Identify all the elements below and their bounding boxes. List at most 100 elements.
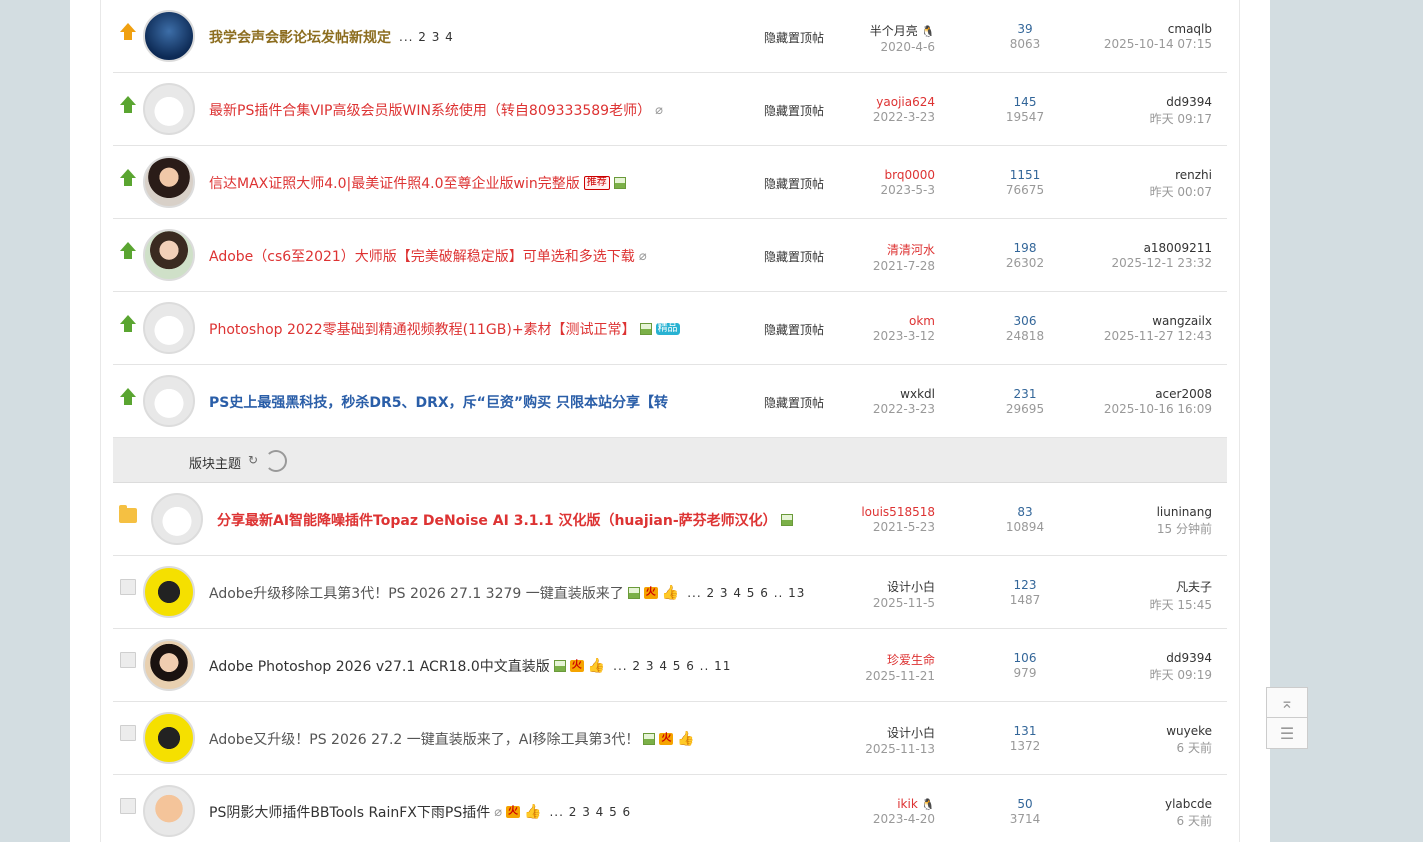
last-post-time[interactable]: 昨天 09:17 bbox=[1052, 110, 1212, 127]
image-attachment-icon bbox=[553, 660, 566, 672]
thread-status[interactable] bbox=[119, 96, 137, 114]
last-poster[interactable]: dd9394 bbox=[1052, 95, 1212, 109]
thread-title-link[interactable]: PS阴影大师插件BBTools RainFX下雨PS插件 bbox=[209, 802, 490, 822]
author-name-text: wxkdl bbox=[900, 387, 935, 401]
author-name[interactable]: 珍爱生命 bbox=[815, 651, 935, 668]
thread-status[interactable] bbox=[119, 798, 137, 816]
last-post-time[interactable]: 昨天 00:07 bbox=[1052, 183, 1212, 200]
last-post-time[interactable]: 15 分钟前 bbox=[1052, 520, 1212, 537]
author-name[interactable]: brq0000 bbox=[815, 168, 936, 182]
avatar[interactable] bbox=[143, 83, 195, 135]
thread-title-link[interactable]: Photoshop 2022零基础到精通视频教程(11GB)+素材【测试正常】 bbox=[209, 319, 636, 339]
author-name-text: 设计小白 bbox=[886, 726, 935, 740]
thread-title-link[interactable]: 分享最新AI智能降噪插件Topaz DeNoise AI 3.1.1 汉化版（h… bbox=[217, 510, 777, 530]
author-cell: 设计小白 2025-11-13 bbox=[815, 724, 935, 756]
last-poster[interactable]: renzhi bbox=[1052, 168, 1212, 182]
author-name[interactable]: 清清河水 bbox=[815, 241, 935, 258]
author-cell: 半个月亮 🐧 2020-4-6 bbox=[815, 22, 935, 54]
thread-title-area: PS史上最强黑科技，秒杀DR5、DRX，斥“巨资”购买 只限本站分享【转 bbox=[209, 392, 668, 412]
avatar[interactable] bbox=[143, 785, 195, 837]
thread-title-link[interactable]: Adobe升级移除工具第3代！PS 2026 27.1 3279 一键直装版来了 bbox=[209, 583, 624, 603]
attachment-icon: ⌀ bbox=[638, 248, 647, 264]
last-poster[interactable]: 凡夫子 bbox=[1052, 578, 1212, 595]
thread-title-link[interactable]: 我学会声会影论坛发帖新规定 bbox=[209, 27, 391, 47]
last-post-time[interactable]: 2025-11-27 12:43 bbox=[1052, 329, 1212, 343]
last-post-time[interactable]: 昨天 15:45 bbox=[1052, 596, 1212, 613]
avatar[interactable] bbox=[143, 229, 195, 281]
last-poster[interactable]: acer2008 bbox=[1052, 387, 1212, 401]
avatar[interactable] bbox=[151, 493, 203, 545]
thread-title-link[interactable]: Adobe（cs6至2021）大师版【完美破解稳定版】可单选和多选下载 bbox=[209, 246, 635, 266]
thread-status[interactable] bbox=[119, 315, 137, 333]
last-post-cell: 凡夫子 昨天 15:45 bbox=[1052, 578, 1212, 613]
last-post-cell: a18009211 2025-12-1 23:32 bbox=[1052, 241, 1213, 270]
last-poster[interactable]: wuyeke bbox=[1052, 724, 1212, 738]
thread-title-area: Adobe升级移除工具第3代！PS 2026 27.1 3279 一键直装版来了… bbox=[209, 583, 805, 603]
last-post-time[interactable]: 6 天前 bbox=[1052, 812, 1212, 829]
post-date: 2025-11-21 bbox=[865, 669, 935, 683]
author-name[interactable]: wxkdl bbox=[815, 387, 935, 401]
post-date: 2020-4-6 bbox=[880, 40, 935, 54]
avatar[interactable] bbox=[143, 156, 195, 208]
last-poster[interactable]: dd9394 bbox=[1052, 651, 1212, 665]
last-poster[interactable]: wangzailx bbox=[1052, 314, 1212, 328]
thread-status[interactable] bbox=[119, 579, 137, 597]
avatar[interactable] bbox=[143, 375, 195, 427]
avatar[interactable] bbox=[143, 302, 195, 354]
global-pinned-icon bbox=[119, 23, 137, 41]
loading-spinner-icon[interactable] bbox=[265, 450, 287, 472]
author-name[interactable]: 设计小白 bbox=[815, 724, 935, 741]
avatar[interactable] bbox=[143, 566, 195, 618]
thread-title-link[interactable]: PS史上最强黑科技，秒杀DR5、DRX，斥“巨资”购买 只限本站分享【转 bbox=[209, 392, 668, 412]
thread-list-button[interactable]: ☰ bbox=[1266, 718, 1308, 749]
post-date: 2021-5-23 bbox=[872, 520, 935, 534]
author-name[interactable]: 半个月亮 🐧 bbox=[815, 22, 935, 39]
thread-title-link[interactable]: Adobe又升级！PS 2026 27.2 一键直装版来了，AI移除工具第3代！ bbox=[209, 729, 639, 749]
last-poster[interactable]: a18009211 bbox=[1052, 241, 1212, 255]
thread-status[interactable] bbox=[119, 652, 137, 670]
last-post-time[interactable]: 2025-10-14 07:15 bbox=[1052, 37, 1212, 51]
refresh-icon[interactable]: ↻ bbox=[248, 453, 258, 467]
thread-title-area: 最新PS插件合集VIP高级会员版WIN系统使用（转自809333589老师） ⌀ bbox=[209, 100, 663, 120]
thread-status[interactable] bbox=[119, 23, 137, 41]
thread-icon bbox=[120, 652, 136, 668]
pinned-icon bbox=[119, 388, 137, 406]
page-links[interactable]: ... 2 3 4 5 6 .. 13 bbox=[687, 586, 805, 600]
last-poster[interactable]: liuninang bbox=[1052, 505, 1212, 519]
back-to-top-icon: ⌅ bbox=[1280, 693, 1294, 712]
thread-title-link[interactable]: 最新PS插件合集VIP高级会员版WIN系统使用（转自809333589老师） bbox=[209, 100, 651, 120]
thread-status[interactable] bbox=[119, 169, 137, 187]
last-poster[interactable]: cmaqlb bbox=[1052, 22, 1212, 36]
thread-title-link[interactable]: Adobe Photoshop 2026 v27.1 ACR18.0中文直装版 bbox=[209, 656, 550, 676]
last-poster[interactable]: ylabcde bbox=[1052, 797, 1212, 811]
author-cell: brq0000 2023-5-3 bbox=[815, 168, 935, 197]
post-date: 2023-5-3 bbox=[880, 183, 935, 197]
last-post-cell: wangzailx 2025-11-27 12:43 bbox=[1052, 314, 1212, 343]
author-name[interactable]: yaojia624 bbox=[815, 95, 935, 109]
author-name[interactable]: ikik 🐧 bbox=[815, 797, 935, 811]
thread-status[interactable] bbox=[119, 505, 137, 524]
last-post-time[interactable]: 2025-12-1 23:32 bbox=[1052, 256, 1213, 270]
thread-status[interactable] bbox=[119, 725, 137, 743]
thumbs-up-icon: 👍 bbox=[677, 731, 695, 747]
avatar[interactable] bbox=[143, 639, 195, 691]
page-links[interactable]: ... 2 3 4 bbox=[399, 30, 454, 44]
author-name[interactable]: okm bbox=[815, 314, 935, 328]
last-post-cell: dd9394 昨天 09:17 bbox=[1052, 95, 1212, 127]
last-post-time[interactable]: 6 天前 bbox=[1052, 739, 1212, 756]
page-links[interactable]: ... 2 3 4 5 6 .. 11 bbox=[613, 659, 731, 673]
page-links[interactable]: ... 2 3 4 5 6 bbox=[549, 805, 631, 819]
thread-row: 分享最新AI智能降噪插件Topaz DeNoise AI 3.1.1 汉化版（h… bbox=[113, 483, 1227, 556]
thread-status[interactable] bbox=[119, 388, 137, 406]
last-post-time[interactable]: 2025-10-16 16:09 bbox=[1052, 402, 1212, 416]
avatar[interactable] bbox=[143, 712, 195, 764]
last-post-cell: wuyeke 6 天前 bbox=[1052, 724, 1212, 756]
avatar[interactable] bbox=[143, 10, 195, 62]
thread-title-link[interactable]: 信达MAX证照大师4.0|最美证件照4.0至尊企业版win完整版 bbox=[209, 173, 580, 193]
author-name-text: brq0000 bbox=[884, 168, 936, 182]
author-name[interactable]: louis518518 bbox=[815, 505, 935, 519]
thread-status[interactable] bbox=[119, 242, 137, 260]
author-name[interactable]: 设计小白 bbox=[815, 578, 935, 595]
last-post-time[interactable]: 昨天 09:19 bbox=[1052, 666, 1212, 683]
back-to-top-button[interactable]: ⌅ bbox=[1266, 687, 1308, 718]
